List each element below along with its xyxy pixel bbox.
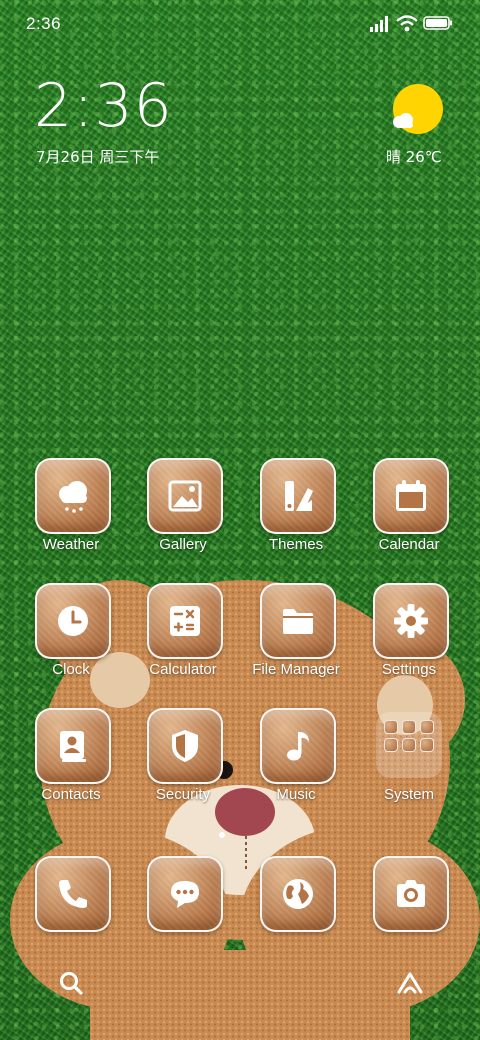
dock-phone[interactable] [16, 856, 126, 956]
dock-messages[interactable] [128, 856, 238, 956]
app-tile[interactable] [147, 856, 223, 932]
camera-icon [397, 880, 425, 907]
app-tile[interactable] [260, 856, 336, 932]
battery-icon [423, 16, 453, 30]
mini-app-icon [420, 720, 434, 734]
clock-icon [58, 606, 88, 636]
app-label: Calculator [149, 661, 217, 678]
app-label: Calendar [378, 536, 440, 553]
app-tile[interactable] [260, 708, 336, 784]
app-tile[interactable] [373, 458, 449, 534]
wifi-icon [396, 15, 418, 32]
contacts-book-icon [60, 731, 86, 762]
app-label: System [383, 786, 434, 803]
calendar-icon [396, 480, 426, 511]
app-tile[interactable] [147, 458, 223, 534]
app-label: Weather [42, 536, 100, 553]
weather-text: 晴 26℃ [386, 148, 442, 166]
app-label: Settings [381, 661, 437, 678]
clock-widget-date: 7月26日 周三下午 [36, 148, 160, 166]
app-tile[interactable] [260, 583, 336, 659]
app-security[interactable]: Security [128, 708, 238, 808]
app-label: Themes [268, 536, 324, 553]
calculator-icon [170, 606, 200, 636]
folder-grid-icon[interactable] [376, 712, 442, 778]
app-themes[interactable]: Themes [241, 458, 351, 558]
chat-bubble-icon [171, 881, 199, 908]
cloud-icon [393, 113, 413, 128]
phone-icon [59, 880, 87, 908]
app-file-manager[interactable]: File Manager [241, 583, 351, 683]
status-time: 2:36 [26, 14, 62, 33]
home-arrow-icon[interactable] [396, 970, 424, 996]
signal-icon [370, 16, 388, 32]
app-label: Security [155, 786, 211, 803]
cloud-rain-icon [59, 481, 87, 513]
gear-icon [394, 604, 428, 638]
globe-icon [283, 879, 313, 909]
app-settings[interactable]: Settings [354, 583, 464, 683]
app-label: Clock [52, 661, 90, 678]
folder-icon [283, 609, 313, 634]
app-music[interactable]: Music [241, 708, 351, 808]
app-tile[interactable] [35, 458, 111, 534]
app-tile[interactable] [373, 583, 449, 659]
status-bar: 2:36 [0, 0, 480, 48]
app-label: File Manager [252, 661, 340, 678]
image-icon [168, 480, 202, 512]
clock-widget-time[interactable]: 2:36 [34, 76, 173, 136]
app-tile[interactable] [35, 583, 111, 659]
mini-app-icon [402, 738, 416, 752]
mini-app-icon [420, 738, 434, 752]
app-calendar[interactable]: Calendar [354, 458, 464, 558]
app-tile[interactable] [35, 708, 111, 784]
mini-app-icon [384, 738, 398, 752]
app-tile[interactable] [35, 856, 111, 932]
page-indicator-dot [219, 832, 225, 838]
app-label: Music [276, 786, 316, 803]
app-tile[interactable] [147, 708, 223, 784]
app-clock[interactable]: Clock [16, 583, 126, 683]
search-icon[interactable] [58, 970, 84, 996]
app-label: Gallery [159, 536, 207, 553]
app-tile[interactable] [373, 856, 449, 932]
app-weather[interactable]: Weather [16, 458, 126, 558]
mini-app-icon [384, 720, 398, 734]
app-label: Contacts [41, 786, 101, 803]
shield-icon [172, 730, 198, 762]
app-contacts[interactable]: Contacts [16, 708, 126, 808]
app-tile[interactable] [260, 458, 336, 534]
brush-palette-icon [285, 481, 313, 511]
music-note-icon [287, 732, 309, 761]
app-tile[interactable] [147, 583, 223, 659]
app-gallery[interactable]: Gallery [128, 458, 238, 558]
mini-app-icon [402, 720, 416, 734]
app-system-folder[interactable]: System [354, 708, 464, 808]
dock-camera[interactable] [354, 856, 464, 956]
app-calculator[interactable]: Calculator [128, 583, 238, 683]
dock-browser[interactable] [241, 856, 351, 956]
